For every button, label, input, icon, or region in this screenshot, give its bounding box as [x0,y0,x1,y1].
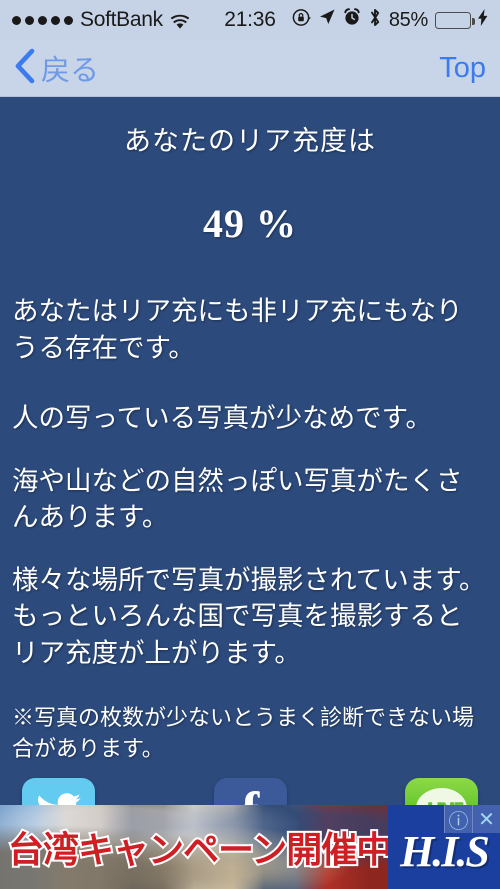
app-screen: SoftBank 21:36 85% 戻る Top あなたのリア充度は 49 %… [0,0,500,889]
result-content: あなたのリア充度は 49 % あなたはリア充にも非リア充にもなりうる存在です。 … [0,97,500,764]
status-bar-right: 85% [292,8,488,33]
top-button[interactable]: Top [439,52,486,85]
result-paragraph: 人の写っている写真が少なめです。 [12,403,433,434]
result-paragraph: 海や山などの自然っぽい写真がたくさんあります。 [12,465,463,533]
navigation-bar: 戻る Top [0,40,500,97]
location-arrow-icon [318,8,336,32]
info-circle-icon[interactable]: ⓘ [444,805,472,833]
chevron-left-icon [14,48,36,89]
lightning-bolt-icon [478,8,488,32]
result-percentage: 49 % [203,201,297,246]
status-bar: SoftBank 21:36 85% [0,0,500,40]
ad-banner[interactable]: 台湾キャンペーン開催中! H.I.S ⓘ ✕ [0,805,500,889]
alarm-clock-icon [343,8,361,32]
ad-headline: 台湾キャンペーン開催中! [6,828,388,873]
ad-controls: ⓘ ✕ [444,805,500,833]
his-logo: H.I.S [400,826,490,876]
result-paragraph: あなたはリア充にも非リア充にもなりうる存在です。 [12,296,463,363]
close-icon[interactable]: ✕ [472,805,500,833]
back-button[interactable]: 戻る [14,47,99,89]
battery-icon [435,11,475,29]
battery-percentage: 85% [388,8,428,31]
ad-photo-collage: 台湾キャンペーン開催中! [0,805,388,889]
disclaimer-note: ※写真の枚数が少ないとうまく診断できない場合があります。 [12,704,475,761]
bluetooth-icon [368,8,382,33]
ad-brand-area: H.I.S ⓘ ✕ [388,805,500,889]
page-title: あなたのリア充度は [124,126,376,156]
result-paragraph: 様々な場所で写真が撮影されています。もっといろんな国で写真を撮影するとリア充度が… [12,564,486,668]
back-button-label: 戻る [41,53,100,87]
rotation-lock-icon [292,8,311,33]
